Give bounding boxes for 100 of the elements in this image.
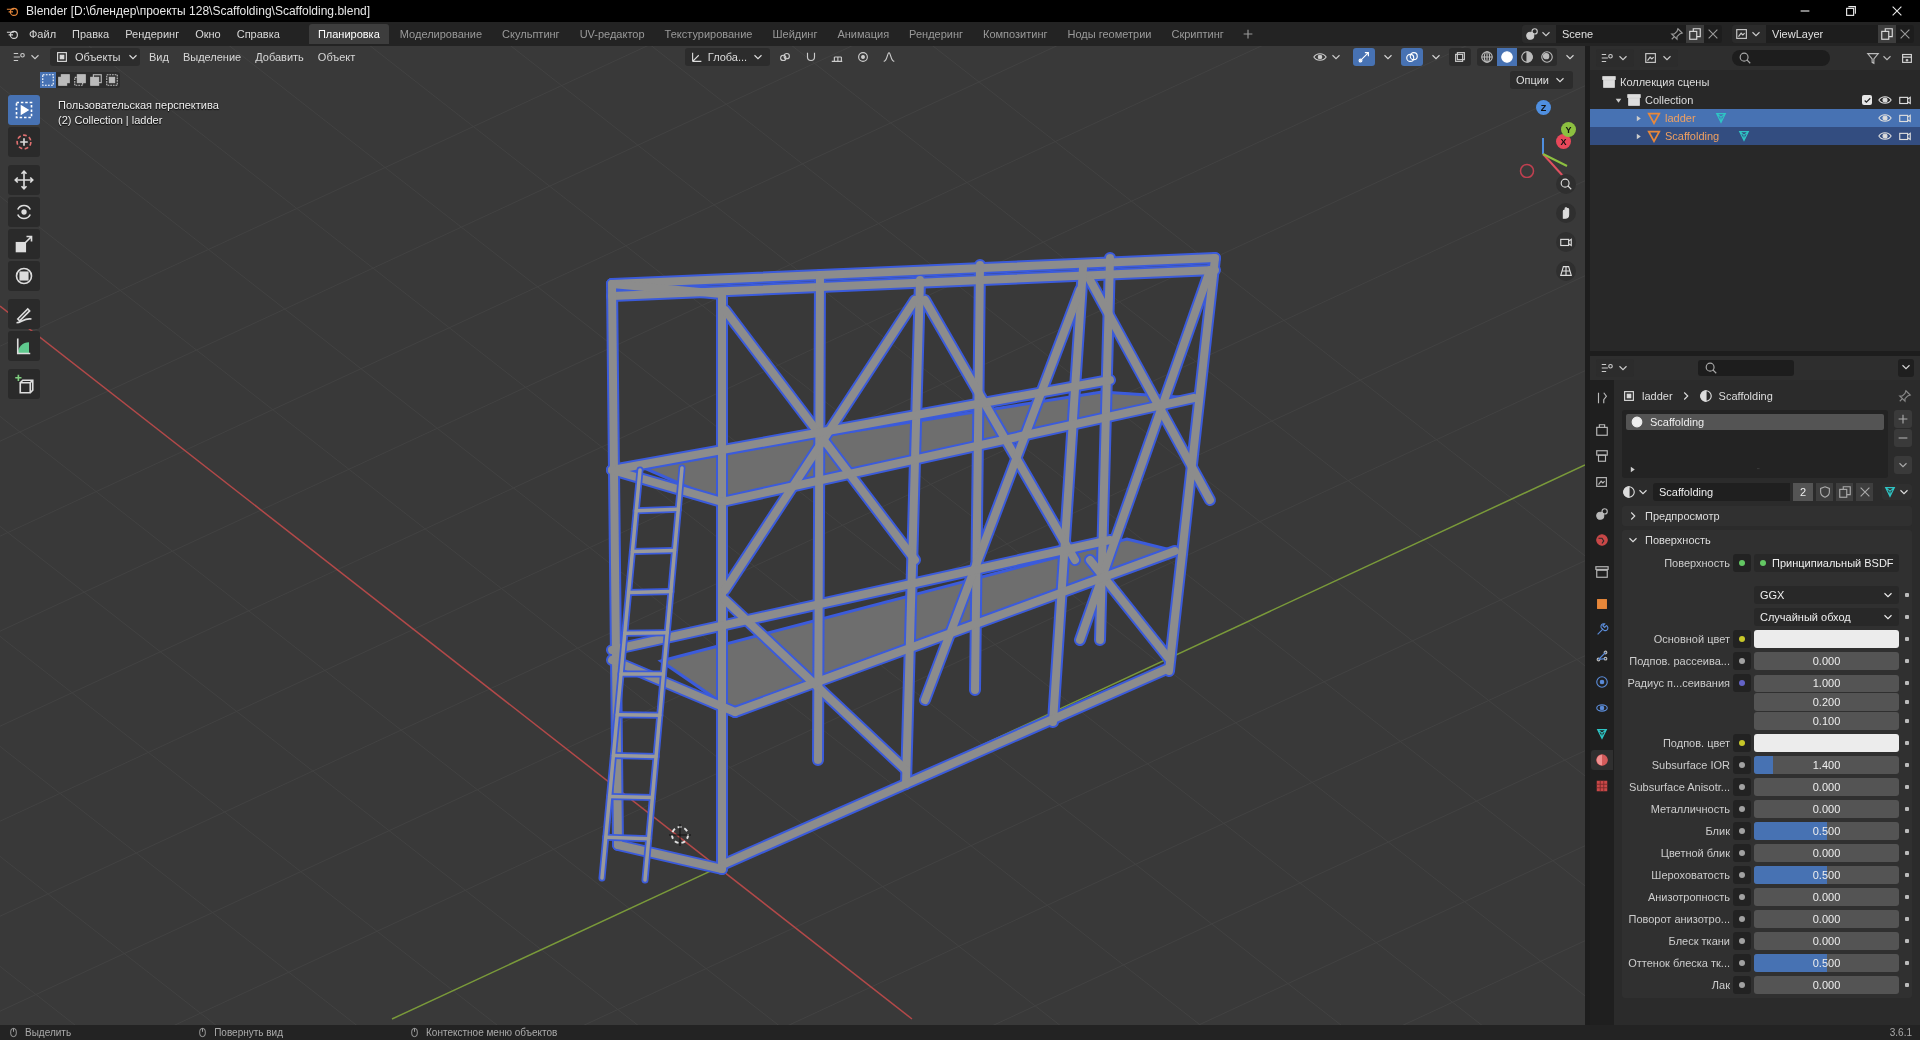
workspace-tab[interactable]: Планировка bbox=[308, 24, 389, 44]
material-slot[interactable]: Scaffolding bbox=[1626, 414, 1884, 430]
scene-icon[interactable] bbox=[1525, 27, 1539, 41]
tool-button[interactable] bbox=[8, 299, 40, 329]
workspace-tab[interactable]: Скриптинг bbox=[1162, 24, 1233, 44]
number-field[interactable]: 0.000 bbox=[1754, 652, 1899, 670]
eye-icon[interactable] bbox=[1878, 129, 1892, 143]
camera-icon[interactable] bbox=[1898, 93, 1912, 107]
duplicate-icon[interactable] bbox=[1880, 27, 1894, 41]
grid-view-icon[interactable] bbox=[1559, 264, 1573, 278]
material-browse-icon[interactable] bbox=[1622, 485, 1636, 499]
link-type-icon[interactable] bbox=[1883, 485, 1897, 499]
pin-icon[interactable] bbox=[1670, 27, 1684, 41]
menu-item[interactable]: Объект bbox=[312, 49, 361, 65]
tool-button[interactable] bbox=[8, 127, 40, 157]
number-field[interactable]: 1.400 bbox=[1754, 756, 1899, 774]
editor-type-icon[interactable] bbox=[12, 50, 26, 64]
workspace-tab[interactable]: Анимация bbox=[828, 24, 899, 44]
gizmo-drawing[interactable] bbox=[1519, 137, 1568, 178]
properties-tab[interactable] bbox=[1591, 750, 1613, 770]
number-field[interactable]: 0.000 bbox=[1754, 800, 1899, 818]
socket-button[interactable] bbox=[1733, 866, 1751, 884]
breadcrumb-item[interactable]: ladder bbox=[1642, 390, 1673, 402]
gizmo-toggle[interactable] bbox=[1353, 48, 1375, 66]
workspace-tab[interactable]: Моделирование bbox=[390, 24, 492, 44]
socket-button[interactable] bbox=[1733, 910, 1751, 928]
editor-type-icon[interactable] bbox=[1600, 51, 1614, 65]
number-field[interactable]: 0.000 bbox=[1754, 910, 1899, 928]
user-count-button[interactable]: 2 bbox=[1793, 483, 1813, 501]
close-icon[interactable] bbox=[1890, 4, 1904, 18]
socket-button[interactable] bbox=[1733, 800, 1751, 818]
number-field[interactable]: 0.000 bbox=[1754, 932, 1899, 950]
xray-toggle[interactable] bbox=[1449, 48, 1471, 66]
number-field[interactable]: 0.500 bbox=[1754, 866, 1899, 884]
workspace-tab[interactable]: Шейдинг bbox=[763, 24, 827, 44]
menu-item[interactable]: Файл bbox=[22, 25, 64, 43]
view-layer-icon[interactable] bbox=[1735, 27, 1749, 41]
number-field[interactable]: 1.000 bbox=[1754, 674, 1899, 692]
number-field[interactable]: 0.000 bbox=[1754, 778, 1899, 796]
tool-button[interactable] bbox=[8, 261, 40, 291]
camera-icon[interactable] bbox=[1898, 129, 1912, 143]
number-field[interactable]: 0.000 bbox=[1754, 888, 1899, 906]
close-icon[interactable] bbox=[1706, 27, 1720, 41]
menu-item[interactable]: Выделение bbox=[177, 49, 247, 65]
workspace-tab[interactable]: Текстурирование bbox=[655, 24, 762, 44]
expand-arrow-icon[interactable] bbox=[1628, 465, 1637, 474]
material-name-field[interactable]: Scaffolding bbox=[1653, 483, 1790, 501]
number-field[interactable]: 0.500 bbox=[1754, 954, 1899, 972]
number-field[interactable]: 0.000 bbox=[1754, 976, 1899, 994]
tool-button[interactable] bbox=[8, 369, 40, 399]
menu-item[interactable]: Справка bbox=[229, 25, 287, 43]
panel-header[interactable]: Поверхность bbox=[1622, 530, 1912, 550]
close-icon[interactable] bbox=[1898, 27, 1912, 41]
menu-item[interactable]: Окно bbox=[188, 25, 228, 43]
menu-item[interactable]: Добавить bbox=[250, 49, 309, 65]
color-swatch[interactable] bbox=[1754, 630, 1899, 648]
number-field[interactable]: 0.500 bbox=[1754, 822, 1899, 840]
options-dropdown[interactable]: Опции bbox=[1509, 71, 1573, 89]
socket-button[interactable] bbox=[1733, 844, 1751, 862]
socket-button[interactable] bbox=[1733, 888, 1751, 906]
orientation-dropdown[interactable]: Глоба... bbox=[684, 48, 771, 66]
tool-button[interactable] bbox=[8, 197, 40, 227]
gizmo-axis-button[interactable]: Z bbox=[1536, 100, 1551, 115]
select-mode-button[interactable] bbox=[104, 72, 120, 88]
socket-button[interactable] bbox=[1733, 630, 1751, 648]
menu-item[interactable]: Рендеринг bbox=[118, 25, 187, 43]
number-field[interactable]: 0.100 bbox=[1754, 712, 1899, 730]
fake-user-icon[interactable] bbox=[1817, 485, 1832, 499]
search-field[interactable] bbox=[1698, 360, 1794, 376]
search-field[interactable] bbox=[1732, 50, 1830, 66]
new-collection-icon[interactable] bbox=[1900, 51, 1914, 65]
tool-button[interactable] bbox=[8, 165, 40, 195]
workspace-tab[interactable]: Ноды геометрии bbox=[1058, 24, 1161, 44]
socket-button[interactable] bbox=[1733, 954, 1751, 972]
duplicate-icon[interactable] bbox=[1837, 485, 1852, 499]
menu-item[interactable]: Вид bbox=[144, 49, 174, 65]
eye-icon[interactable] bbox=[1878, 93, 1892, 107]
select-mode-button[interactable] bbox=[56, 72, 72, 88]
workspace-tab[interactable]: Рендеринг bbox=[900, 24, 973, 44]
color-swatch[interactable] bbox=[1754, 734, 1899, 752]
outliner-item[interactable]: Collection bbox=[1645, 94, 1694, 106]
socket-button[interactable] bbox=[1733, 932, 1751, 950]
camera-icon[interactable] bbox=[1559, 235, 1573, 249]
select-mode-button[interactable] bbox=[72, 72, 88, 88]
breadcrumb-item[interactable]: Scaffolding bbox=[1718, 390, 1773, 402]
gizmo-axis-button[interactable]: X bbox=[1556, 134, 1571, 149]
workspace-tab[interactable]: Композитинг bbox=[974, 24, 1057, 44]
add-icon[interactable] bbox=[1896, 412, 1910, 426]
dropdown-field[interactable]: Случайный обход bbox=[1754, 608, 1899, 626]
socket-button[interactable] bbox=[1733, 652, 1751, 670]
tool-button[interactable] bbox=[8, 331, 40, 361]
visibility-icon[interactable] bbox=[1313, 50, 1327, 64]
overlay-toggle[interactable] bbox=[1401, 48, 1423, 66]
proportional-edit-icon[interactable] bbox=[856, 50, 871, 64]
outliner-item[interactable]: Коллекция сцены bbox=[1620, 76, 1710, 88]
checkbox[interactable] bbox=[1862, 95, 1872, 105]
socket-button[interactable] bbox=[1733, 734, 1751, 752]
editor-type-icon[interactable] bbox=[1600, 361, 1614, 375]
filter-icon[interactable] bbox=[1866, 51, 1880, 65]
tool-button[interactable] bbox=[8, 95, 40, 125]
